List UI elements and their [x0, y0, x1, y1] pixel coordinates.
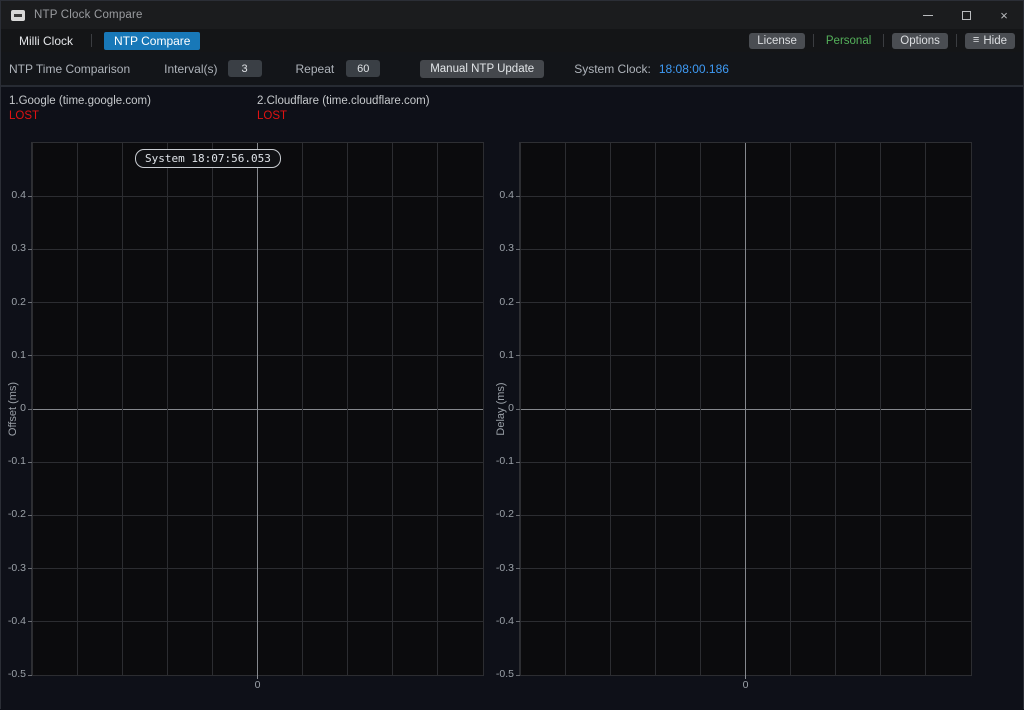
y-tick-label: 0.3	[0, 242, 26, 254]
divider	[956, 34, 957, 47]
gridline-vertical	[392, 143, 393, 675]
toolbar: NTP Time Comparison Interval(s) Repeat M…	[1, 52, 1023, 85]
options-button[interactable]: Options	[892, 33, 948, 49]
system-clock-label: System Clock:	[574, 62, 651, 76]
tabbar-right-group: License Personal Options ≡ Hide	[749, 33, 1015, 49]
gridline-vertical	[212, 143, 213, 675]
maximize-icon	[962, 11, 971, 20]
gridline-vertical	[790, 143, 791, 675]
section-title: NTP Time Comparison	[9, 62, 130, 76]
gridline-vertical	[610, 143, 611, 675]
gridline-vertical	[835, 143, 836, 675]
zero-gridline-vertical	[257, 143, 258, 675]
offset-chart-plot[interactable]: 0.40.30.20.10-0.1-0.2-0.3-0.4-0.50System…	[31, 142, 484, 676]
window-title: NTP Clock Compare	[34, 9, 143, 21]
gridline-vertical	[700, 143, 701, 675]
interval-label: Interval(s)	[164, 62, 217, 76]
repeat-input[interactable]	[346, 60, 380, 77]
hide-button[interactable]: ≡ Hide	[965, 33, 1015, 49]
delay-chart-plot[interactable]: 0.40.30.20.10-0.1-0.2-0.3-0.4-0.50	[519, 142, 972, 676]
system-clock-value: 18:08:00.186	[659, 62, 729, 76]
repeat-label: Repeat	[296, 62, 335, 76]
maximize-button[interactable]	[947, 1, 985, 29]
server-name: 1.Google (time.google.com)	[9, 94, 151, 109]
tab-divider	[91, 34, 92, 47]
gridline-vertical	[302, 143, 303, 675]
y-tick-label: -0.3	[0, 562, 26, 574]
server-status-badge: LOST	[9, 109, 151, 124]
y-tick-label: -0.5	[0, 668, 26, 680]
hide-button-label: Hide	[983, 35, 1007, 47]
gridline-vertical	[655, 143, 656, 675]
titlebar: NTP Clock Compare ×	[1, 1, 1023, 29]
chart-tooltip: System 18:07:56.053	[135, 149, 281, 168]
tab-milli-clock[interactable]: Milli Clock	[9, 32, 83, 50]
gridline-vertical	[167, 143, 168, 675]
y-tick-label: -0.2	[0, 508, 26, 520]
tab-ntp-compare[interactable]: NTP Compare	[104, 32, 200, 50]
x-tick-label: 0	[250, 679, 266, 691]
y-tick-label: -0.2	[484, 508, 514, 520]
y-tick-label: 0	[484, 402, 514, 414]
gridline-vertical	[122, 143, 123, 675]
y-tick-label: -0.1	[484, 455, 514, 467]
gridline-vertical	[520, 143, 521, 675]
y-tick-label: -0.1	[0, 455, 26, 467]
y-tick-label: 0	[0, 402, 26, 414]
tab-bar: Milli Clock NTP Compare License Personal…	[1, 29, 1023, 52]
y-tick-label: 0.1	[484, 349, 514, 361]
y-tick-label: -0.3	[484, 562, 514, 574]
minimize-icon	[923, 15, 933, 16]
gridline-vertical	[32, 143, 33, 675]
gridline-vertical	[565, 143, 566, 675]
personal-label[interactable]: Personal	[822, 35, 875, 47]
y-tick-label: 0.4	[484, 189, 514, 201]
gridline-vertical	[77, 143, 78, 675]
license-button[interactable]: License	[749, 33, 805, 49]
y-tick-label: -0.5	[484, 668, 514, 680]
close-button[interactable]: ×	[985, 1, 1023, 29]
window-controls: ×	[909, 1, 1023, 29]
server-status-badge: LOST	[257, 109, 430, 124]
gridline-vertical	[925, 143, 926, 675]
app-window: NTP Clock Compare × Milli Clock NTP Comp…	[0, 0, 1024, 709]
gridline-vertical	[880, 143, 881, 675]
divider	[813, 34, 814, 47]
y-tick-label: 0.3	[484, 242, 514, 254]
gridline-vertical	[437, 143, 438, 675]
hamburger-menu-icon: ≡	[973, 35, 979, 46]
gridline-vertical	[347, 143, 348, 675]
zero-gridline-vertical	[745, 143, 746, 675]
y-tick-label: 0.2	[484, 296, 514, 308]
main-content: 1.Google (time.google.com) LOST 2.Cloudf…	[1, 87, 1023, 710]
manual-ntp-update-button[interactable]: Manual NTP Update	[420, 60, 544, 78]
y-tick-label: -0.4	[484, 615, 514, 627]
server-name: 2.Cloudflare (time.cloudflare.com)	[257, 94, 430, 109]
gridline-vertical	[971, 143, 972, 675]
y-tick-label: 0.4	[0, 189, 26, 201]
divider	[883, 34, 884, 47]
y-tick-label: -0.4	[0, 615, 26, 627]
server-header-cloudflare: 2.Cloudflare (time.cloudflare.com) LOST	[257, 94, 430, 124]
minimize-button[interactable]	[909, 1, 947, 29]
x-tick-label: 0	[738, 679, 754, 691]
close-icon: ×	[1000, 8, 1008, 23]
y-tick-label: 0.2	[0, 296, 26, 308]
interval-input[interactable]	[228, 60, 262, 77]
y-tick-label: 0.1	[0, 349, 26, 361]
server-header-google: 1.Google (time.google.com) LOST	[9, 94, 151, 124]
app-icon	[11, 10, 25, 21]
